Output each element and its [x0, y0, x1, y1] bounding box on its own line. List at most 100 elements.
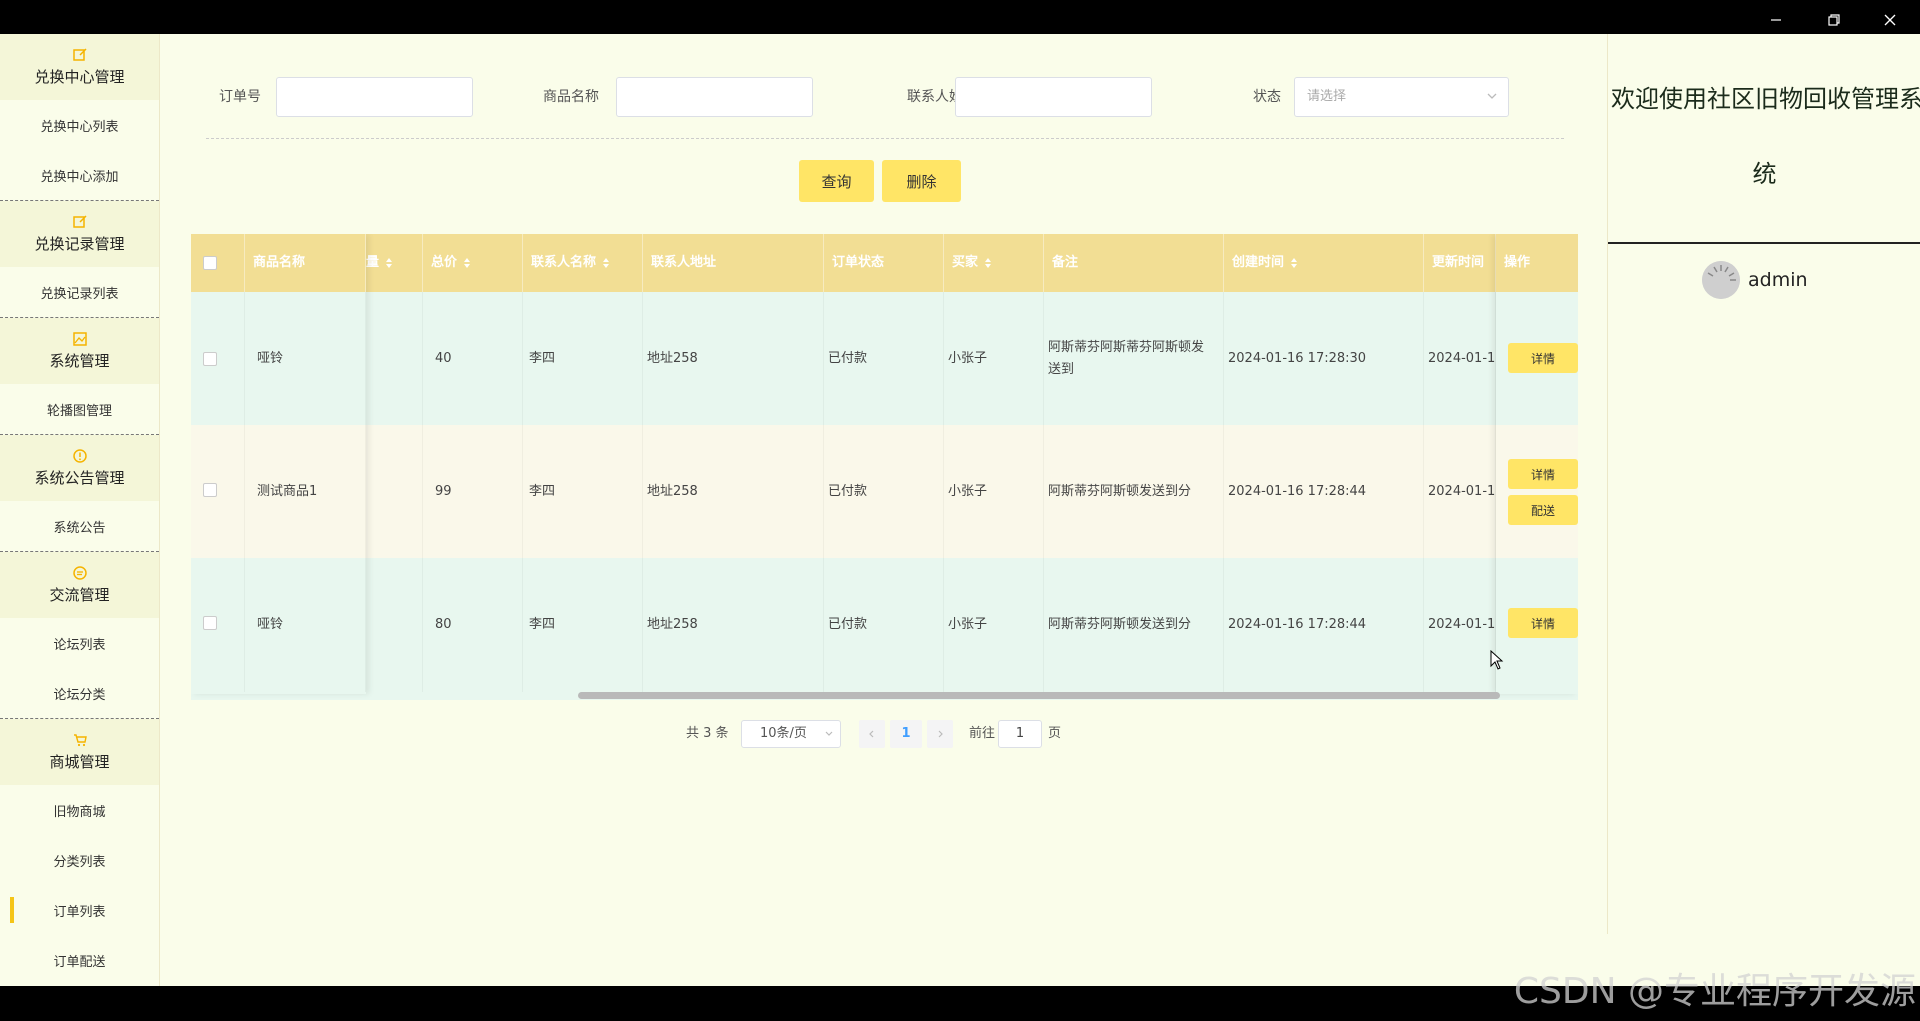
sort-icon [1291, 257, 1298, 268]
detail-button[interactable]: 详情 [1508, 459, 1578, 489]
fixed-left-shadow [191, 234, 366, 694]
cell-contact-name: 李四 [523, 292, 643, 425]
contact-name-input[interactable] [955, 77, 1152, 117]
sort-icon [985, 257, 992, 268]
header-created-column[interactable]: 创建时间 [1224, 234, 1424, 292]
chevron-left-icon [869, 730, 874, 738]
header-updated[interactable]: 更新时间 [1424, 234, 1496, 292]
order-no-input[interactable] [276, 77, 473, 117]
cell-status: 已付款 [824, 425, 944, 558]
sidebar-item-forum-list[interactable]: 论坛列表 [0, 618, 159, 668]
header-created-label: 创建时间 [1232, 255, 1285, 270]
goto-page-input[interactable]: 1 [998, 720, 1042, 748]
sidebar-group-notice: 系统公告管理 系统公告 [0, 434, 159, 551]
header-partial-column[interactable]: 量 [366, 234, 423, 292]
header-panel: 欢迎使用社区旧物回收管理系 统 admin [1607, 34, 1920, 934]
sidebar-group-head[interactable]: 系统公告管理 [0, 435, 159, 501]
goto-suffix: 页 [1048, 726, 1062, 741]
goto-label: 前往 [969, 726, 996, 741]
status-label: 状态 [1253, 89, 1281, 105]
horizontal-scrollbar[interactable] [578, 692, 1500, 699]
cart-icon [73, 733, 87, 746]
cell-address: 地址258 [643, 558, 824, 692]
sidebar-group-head[interactable]: 商城管理 [0, 719, 159, 785]
cell-buyer: 小张子 [944, 292, 1044, 425]
sidebar-group-head[interactable]: 系统管理 [0, 318, 159, 384]
sidebar-group-exchange-record: 兑换记录管理 兑换记录列表 [0, 200, 159, 317]
goods-name-input[interactable] [616, 77, 813, 117]
header-order-status[interactable]: 订单状态 [824, 234, 944, 292]
status-select[interactable]: 请选择 [1294, 77, 1509, 117]
deliver-button[interactable]: 配送 [1508, 495, 1578, 525]
cell-updated: 2024-01-16 [1424, 425, 1496, 558]
sidebar-item-order-list[interactable]: 订单列表 [0, 885, 159, 935]
sidebar-item-forum-category[interactable]: 论坛分类 [0, 668, 159, 718]
chevron-down-icon [1487, 93, 1497, 99]
sidebar-group-title: 系统管理 [49, 351, 110, 370]
sidebar-item-exchange-center-add[interactable]: 兑换中心添加 [0, 150, 159, 200]
sidebar-group-mall: 商城管理 旧物商城 分类列表 订单列表 订单配送 [0, 718, 159, 985]
image-icon [72, 331, 87, 346]
ops-cell: 详情 [1496, 292, 1578, 425]
edit-icon [72, 214, 87, 228]
sidebar-item-exchange-record-list[interactable]: 兑换记录列表 [0, 267, 159, 317]
welcome-title: 欢迎使用社区旧物回收管理系 [1611, 85, 1920, 113]
cell-buyer: 小张子 [944, 558, 1044, 692]
user-info[interactable]: admin [1702, 260, 1808, 300]
sidebar-group-exchange-center: 兑换中心管理 兑换中心列表 兑换中心添加 [0, 34, 159, 200]
page-number-current[interactable]: 1 [890, 720, 922, 748]
avatar[interactable] [1702, 261, 1740, 299]
cell-total: 40 [423, 292, 523, 425]
cell-address: 地址258 [643, 425, 824, 558]
header-remark[interactable]: 备注 [1044, 234, 1224, 292]
sidebar-group-title: 交流管理 [49, 585, 110, 604]
order-no-label: 订单号 [219, 89, 261, 105]
sidebar-group-head[interactable]: 兑换记录管理 [0, 201, 159, 267]
sidebar-group-head[interactable]: 交流管理 [0, 552, 159, 618]
next-page-button[interactable] [927, 720, 953, 748]
cell-contact-name: 李四 [523, 425, 643, 558]
watermark-text: CSDN @专业程序开发源 [1513, 971, 1916, 1012]
sidebar-group-forum: 交流管理 论坛列表 论坛分类 [0, 551, 159, 718]
sort-icon [603, 257, 610, 268]
sidebar-group-title: 系统公告管理 [34, 468, 125, 487]
cell-updated: 2024-01-16 [1424, 292, 1496, 425]
sidebar-item-order-delivery[interactable]: 订单配送 [0, 935, 159, 985]
sidebar-item-category-list[interactable]: 分类列表 [0, 835, 159, 885]
chevron-right-icon [938, 730, 943, 738]
cell-status: 已付款 [824, 558, 944, 692]
detail-button[interactable]: 详情 [1508, 608, 1578, 638]
header-contact-name-column[interactable]: 联系人名称 [523, 234, 643, 292]
cell-remark: 阿斯蒂芬阿斯顿发送到分 [1044, 558, 1224, 692]
header-total-column[interactable]: 总价 [423, 234, 523, 292]
sort-icon [464, 257, 471, 268]
header-partial-label: 量 [366, 255, 380, 270]
cell-status: 已付款 [824, 292, 944, 425]
alert-icon [72, 448, 87, 463]
header-divider [1608, 242, 1920, 244]
page-size-select[interactable]: 10条/页 [741, 720, 841, 748]
sidebar-group-title: 兑换记录管理 [34, 234, 125, 253]
header-buyer-column[interactable]: 买家 [944, 234, 1044, 292]
username: admin [1748, 269, 1808, 291]
sidebar-item-exchange-center-list[interactable]: 兑换中心列表 [0, 100, 159, 150]
sidebar: 兑换中心管理 兑换中心列表 兑换中心添加 兑换记录管理 兑换记录列表 系统管理 … [0, 34, 160, 986]
window-titlebar [0, 0, 1920, 34]
detail-button[interactable]: 详情 [1508, 343, 1578, 373]
main-content: 订单号 商品名称 联系人姓名 状态 请选择 查询 删除 商品名称 量 总价 联系… [160, 34, 1607, 986]
prev-page-button[interactable] [859, 720, 885, 748]
header-total-label: 总价 [431, 255, 458, 270]
table-row[interactable]: 哑铃 80 李四 地址258 已付款 小张子 阿斯蒂芬阿斯顿发送到分 2024-… [191, 558, 1578, 692]
table-row[interactable]: 测试商品1 99 李四 地址258 已付款 小张子 阿斯蒂芬阿斯顿发送到分 20… [191, 425, 1578, 558]
sidebar-item-old-goods-mall[interactable]: 旧物商城 [0, 785, 159, 835]
sidebar-item-notice[interactable]: 系统公告 [0, 501, 159, 551]
cell-created: 2024-01-16 17:28:44 [1224, 425, 1424, 558]
goods-name-label: 商品名称 [543, 89, 599, 105]
delete-button[interactable]: 删除 [882, 160, 961, 202]
sidebar-item-carousel[interactable]: 轮播图管理 [0, 384, 159, 434]
sidebar-group-head[interactable]: 兑换中心管理 [0, 34, 159, 100]
table-row[interactable]: 哑铃 40 李四 地址258 已付款 小张子 阿斯蒂芬阿斯蒂芬阿斯顿发送到 20… [191, 292, 1578, 425]
header-buyer-label: 买家 [952, 255, 979, 270]
header-contact-address[interactable]: 联系人地址 [643, 234, 824, 292]
query-button[interactable]: 查询 [799, 160, 874, 202]
